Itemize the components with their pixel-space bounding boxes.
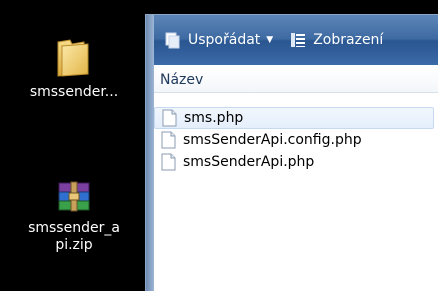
window-frame	[146, 15, 154, 291]
chevron-down-icon: ▼	[266, 35, 274, 45]
views-button[interactable]: Zobrazení	[289, 31, 383, 49]
desktop-folder-icon[interactable]: smssender...	[8, 38, 140, 101]
file-row[interactable]: smsSenderApi.php	[154, 151, 434, 173]
file-row[interactable]: sms.php	[154, 107, 434, 129]
screen: smssender... smssender_a pi.zip Uspořáda…	[0, 0, 438, 291]
php-file-icon	[161, 153, 176, 171]
winrar-archive-icon	[58, 181, 90, 212]
folder-icon	[57, 39, 89, 77]
views-label: Zobrazení	[313, 32, 384, 48]
file-row[interactable]: smsSenderApi.config.php	[154, 129, 434, 151]
explorer-toolbar: Uspořádat ▼ Zobrazení	[154, 15, 438, 65]
file-list: sms.php smsSenderApi.config.php smsSende…	[154, 107, 438, 173]
file-name: smsSenderApi.config.php	[183, 132, 362, 148]
explorer-window: Uspořádat ▼ Zobrazení Název sms.php smsS…	[145, 14, 438, 291]
desktop-zip-label-line2: pi.zip	[55, 237, 93, 253]
organize-label: Uspořádat	[188, 32, 261, 48]
views-icon	[291, 33, 306, 47]
desktop-folder-label: smssender...	[29, 84, 119, 100]
organize-icon	[165, 32, 180, 49]
column-header-label: Název	[160, 71, 204, 88]
desktop-zip-file-icon[interactable]: smssender_a pi.zip	[8, 180, 140, 254]
php-file-icon	[161, 131, 176, 149]
desktop-zip-label-line1: smssender_a	[28, 220, 120, 236]
file-name: sms.php	[184, 110, 244, 126]
column-header-name[interactable]: Název	[154, 67, 438, 93]
file-name: smsSenderApi.php	[183, 154, 315, 170]
organize-button[interactable]: Uspořádat ▼	[164, 31, 273, 49]
php-file-icon	[162, 109, 177, 127]
